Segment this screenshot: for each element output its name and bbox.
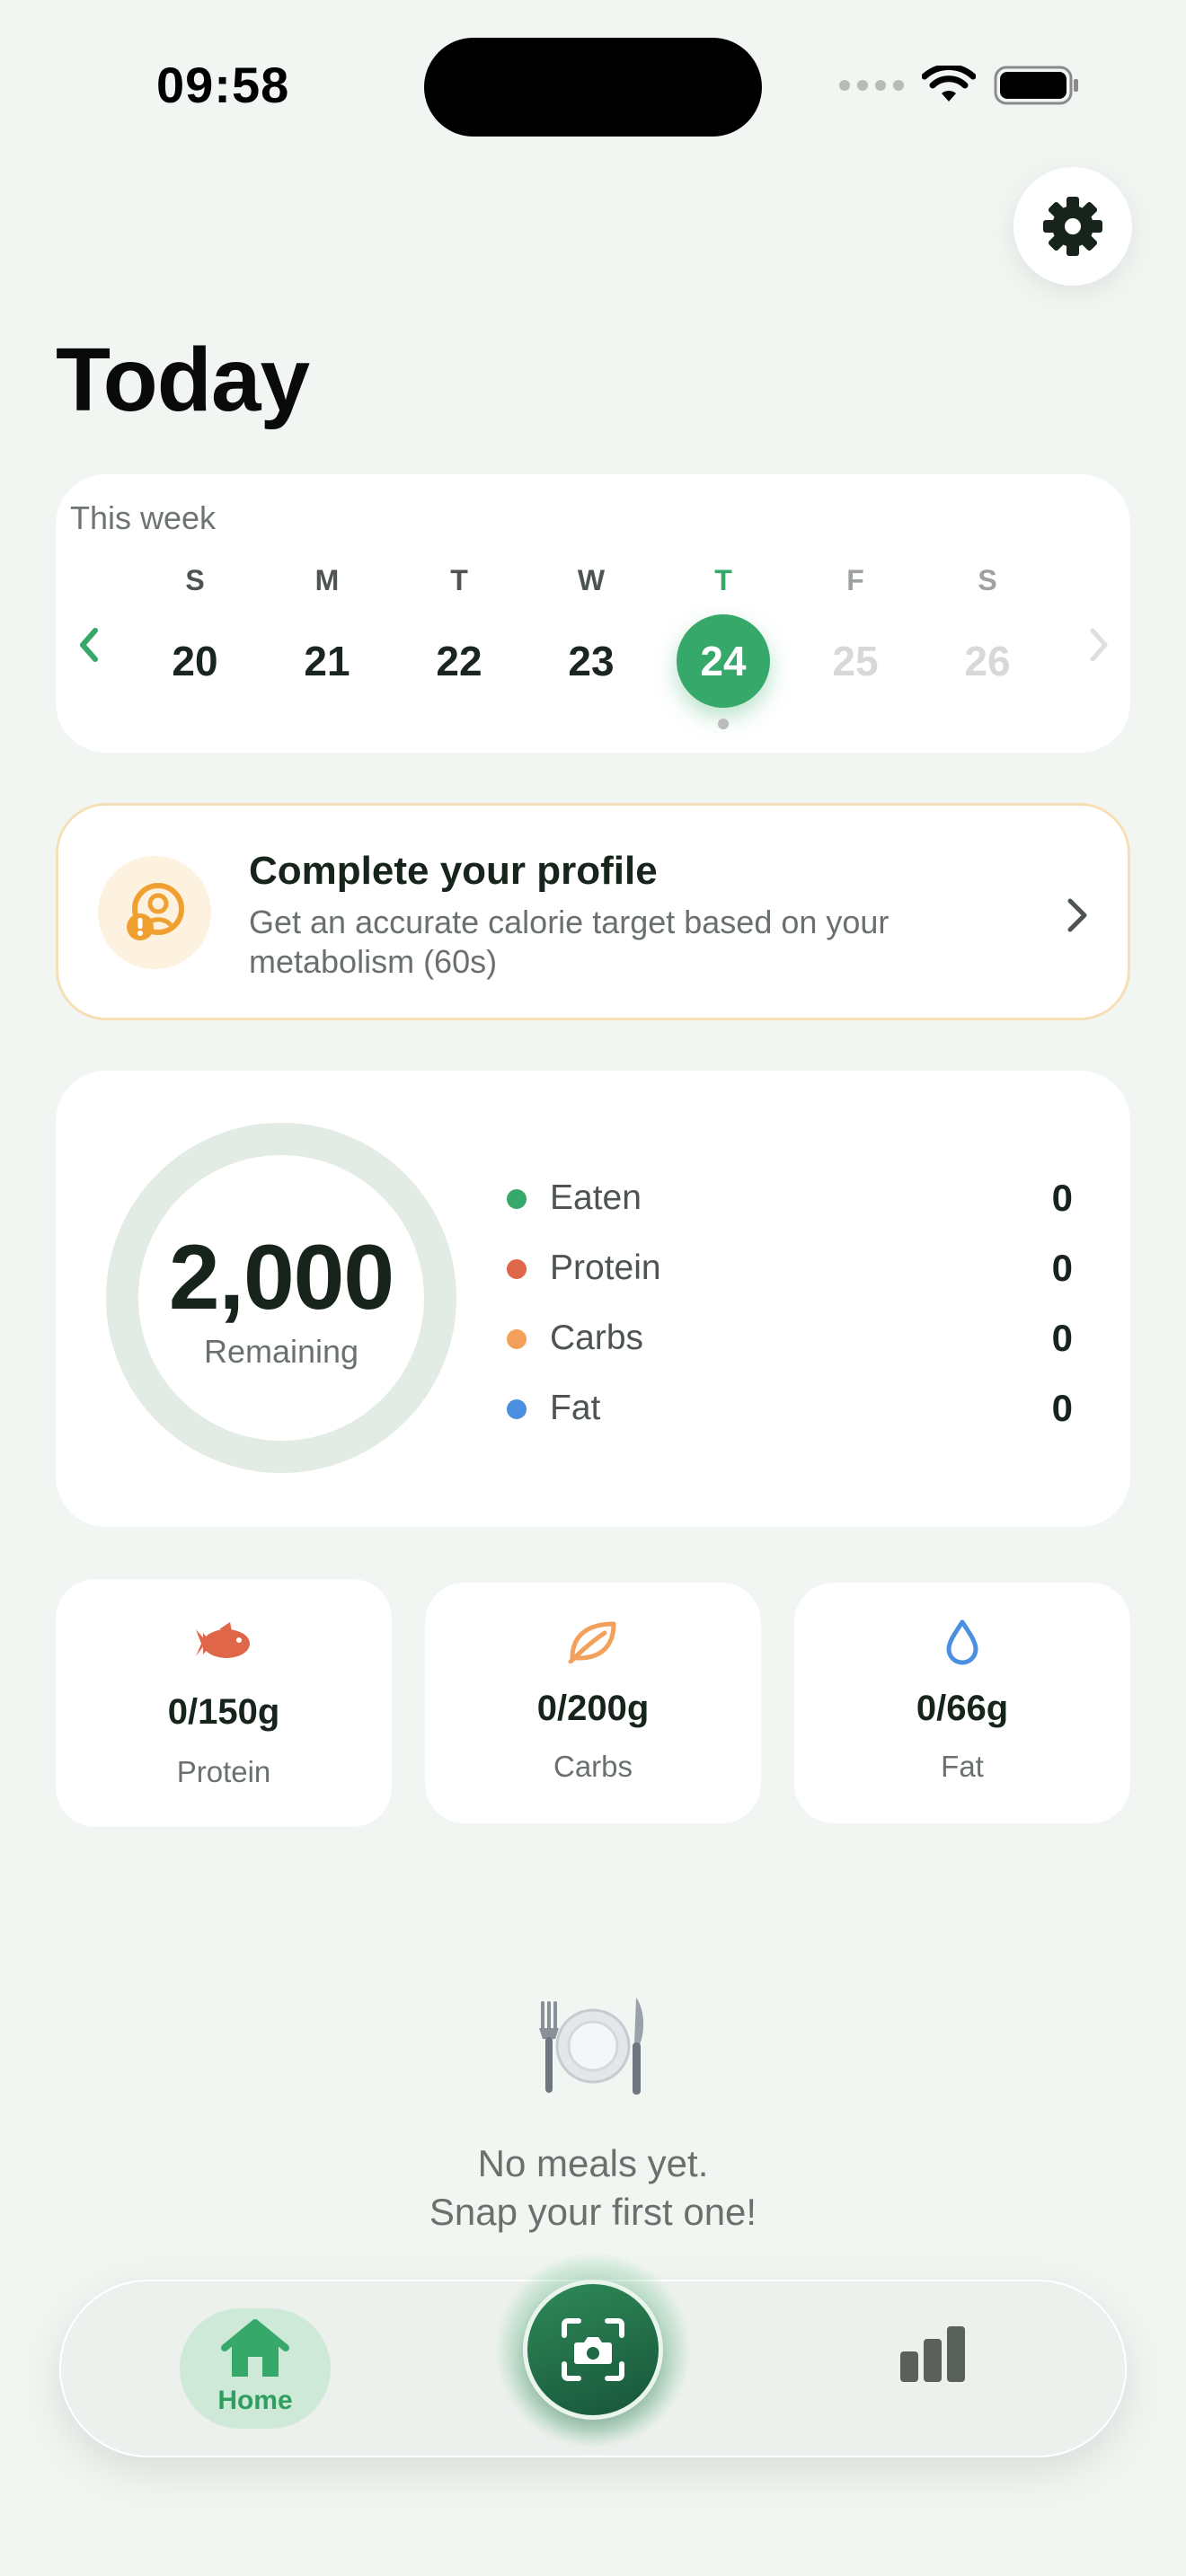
settings-button[interactable]: [1013, 167, 1132, 286]
calorie-summary-card: 2,000 Remaining Eaten 0 Protein 0 Carbs …: [56, 1071, 1130, 1527]
today-screen: 09:58 Today This week S 20 M 21 T 22 W 2…: [0, 0, 1186, 2576]
week-label: This week: [70, 499, 217, 536]
empty-meals-message: No meals yet. Snap your first one!: [429, 2142, 757, 2233]
fat-dot: [507, 1399, 527, 1419]
calories-remaining-value: 2,000: [168, 1226, 394, 1328]
gear-icon: [1043, 197, 1102, 256]
page-title: Today: [56, 330, 310, 430]
profile-banner-title: Complete your profile: [249, 849, 658, 893]
day-sun[interactable]: S 20: [146, 562, 244, 708]
protein-progress: 0/150g: [167, 1692, 280, 1732]
carbs-dot: [507, 1329, 527, 1349]
breakdown-row-protein: Protein 0: [507, 1239, 1073, 1310]
protein-label: Protein: [176, 1755, 271, 1788]
day-mon[interactable]: M 21: [278, 562, 376, 708]
plate-cutlery-icon: [539, 1998, 644, 2095]
day-sat: S 26: [964, 564, 1011, 684]
fat-progress: 0/66g: [916, 1689, 1009, 1728]
camera-scan-icon: [562, 2318, 624, 2381]
chevron-right-icon[interactable]: [1082, 625, 1114, 665]
calories-remaining-label: Remaining: [203, 1333, 359, 1370]
dynamic-island: [424, 38, 762, 137]
status-icons: [839, 65, 1080, 106]
wifi-icon: [922, 66, 976, 101]
breakdown-row-carbs: Carbs 0: [507, 1310, 1073, 1380]
day-tue[interactable]: T 22: [410, 562, 509, 708]
day-thu-selected[interactable]: T 24: [674, 562, 773, 729]
day-fri: F 25: [832, 564, 879, 684]
calorie-breakdown-list: Eaten 0 Protein 0 Carbs 0 Fat 0: [507, 1169, 1073, 1450]
battery-icon: [994, 66, 1078, 105]
macro-card-fat[interactable]: 0/66g Fat: [794, 1583, 1130, 1823]
breakdown-row-eaten: Eaten 0: [507, 1169, 1073, 1239]
carbs-progress: 0/200g: [536, 1689, 650, 1728]
stats-bar-chart-icon[interactable]: [891, 2321, 972, 2384]
protein-dot: [507, 1259, 527, 1279]
snap-meal-camera-button[interactable]: [523, 2280, 663, 2420]
home-icon: [221, 2319, 289, 2377]
tab-home-label: Home: [217, 2386, 293, 2415]
complete-profile-banner[interactable]: Complete your profile Get an accurate ca…: [56, 803, 1130, 1020]
fat-label: Fat: [941, 1750, 984, 1783]
leaf-icon: [568, 1621, 616, 1663]
macro-card-carbs[interactable]: 0/200g Carbs: [425, 1583, 761, 1823]
chevron-left-icon[interactable]: [74, 625, 106, 665]
profile-warning-icon: [98, 856, 211, 969]
chevron-right-icon: [1067, 898, 1087, 932]
cellular-signal-icon: [839, 80, 904, 91]
drop-icon: [946, 1619, 978, 1665]
eaten-dot: [507, 1189, 527, 1209]
tab-home[interactable]: Home: [180, 2308, 331, 2429]
today-indicator-dot: [718, 719, 729, 729]
week-calendar-card: This week S 20 M 21 T 22 W 23 T 24 F 25: [56, 474, 1130, 753]
macro-card-protein[interactable]: 0/150g Protein: [56, 1579, 392, 1827]
carbs-label: Carbs: [553, 1750, 633, 1783]
fish-icon: [196, 1622, 250, 1658]
profile-banner-description: Get an accurate calorie target based on …: [249, 904, 890, 980]
breakdown-row-fat: Fat 0: [507, 1380, 1073, 1450]
status-time: 09:58: [156, 57, 290, 113]
day-wed[interactable]: W 23: [542, 562, 641, 708]
